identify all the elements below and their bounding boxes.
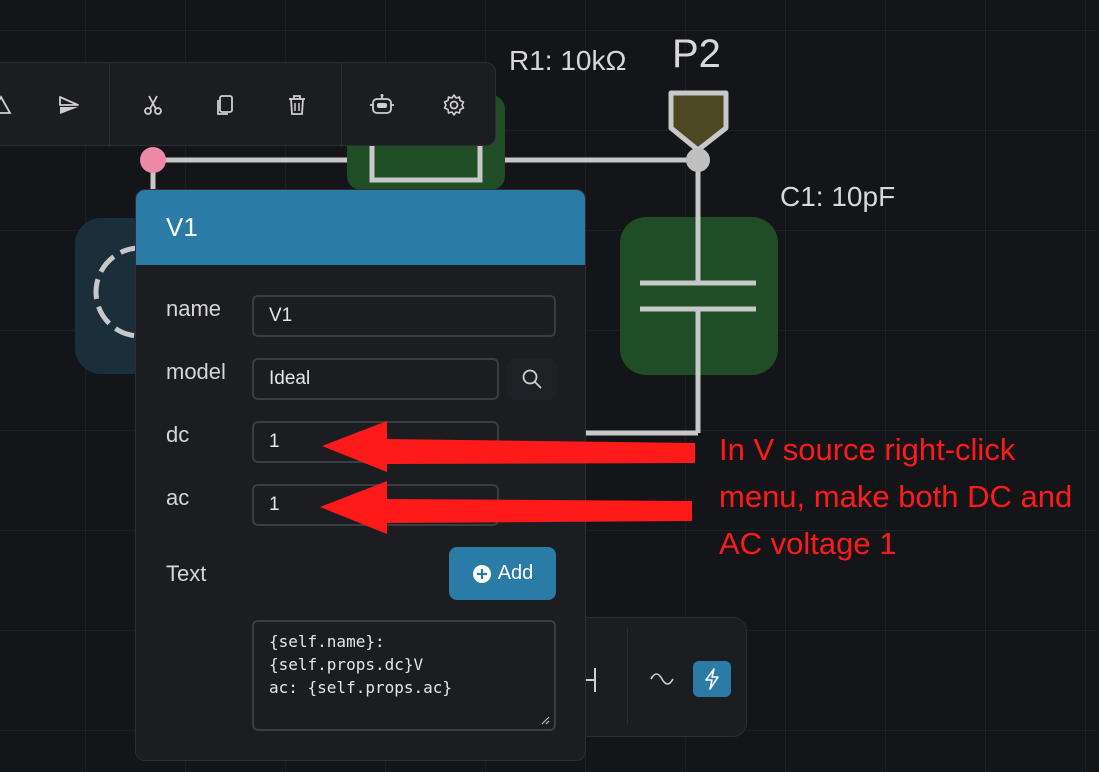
annotation-arrows bbox=[320, 421, 695, 534]
arrow-to-dc-field bbox=[322, 421, 695, 472]
arrow-to-ac-field bbox=[320, 481, 692, 534]
schematic-canvas[interactable]: R1: 10kΩ P2 C1: 10pF V1 name V1 model Id… bbox=[0, 0, 1099, 772]
annotation-text: In V source right-click menu, make both … bbox=[719, 432, 1073, 561]
